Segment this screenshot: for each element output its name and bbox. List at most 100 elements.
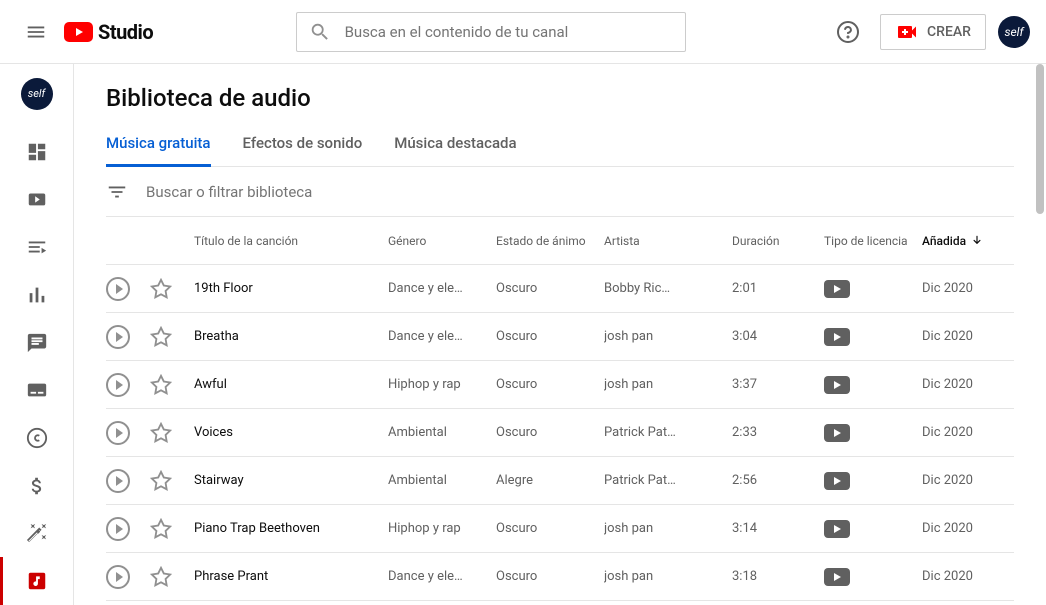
column-artist[interactable]: Artista [604,234,732,248]
create-button[interactable]: CREAR [880,14,986,50]
play-button[interactable] [106,565,130,589]
track-mood: Oscuro [496,329,604,344]
play-icon [116,428,123,438]
star-icon[interactable] [150,278,172,300]
star-icon[interactable] [150,374,172,396]
search-input[interactable] [345,23,673,41]
sidebar-item-playlists[interactable] [0,223,74,271]
audio-library-icon [26,570,48,592]
scrollbar[interactable] [1036,64,1044,214]
column-genre[interactable]: Género [388,234,496,248]
track-artist: Patrick Pat… [604,425,732,440]
star-icon[interactable] [150,566,172,588]
content-icon [26,188,48,210]
track-genre: Ambiental [388,425,496,440]
track-license [824,280,922,298]
track-added: Dic 2020 [922,569,1006,584]
play-button[interactable] [106,277,130,301]
play-icon [116,572,123,582]
sidebar-item-analytics[interactable] [0,271,74,319]
track-title: 19th Floor [194,281,388,296]
sidebar-item-customization[interactable] [0,510,74,558]
channel-avatar[interactable]: self [21,78,53,110]
track-mood: Oscuro [496,281,604,296]
search-box[interactable] [296,12,686,52]
track-license [824,520,922,538]
sidebar-item-subtitles[interactable] [0,366,74,414]
help-button[interactable] [828,12,868,52]
track-added: Dic 2020 [922,425,1006,440]
column-added[interactable]: Añadida [922,234,1006,248]
sidebar-item-monetization[interactable] [0,462,74,510]
column-license[interactable]: Tipo de licencia [824,234,922,248]
track-title: Piano Trap Beethoven [194,521,388,536]
track-mood: Oscuro [496,377,604,392]
track-duration: 2:56 [732,473,824,488]
play-button[interactable] [106,517,130,541]
track-license [824,424,922,442]
track-duration: 3:14 [732,521,824,536]
search-wrap [153,12,828,52]
tabs: Música gratuita Efectos de sonido Música d… [106,134,1014,167]
track-artist: josh pan [604,521,732,536]
track-mood: Oscuro [496,521,604,536]
youtube-license-icon [824,568,850,586]
youtube-license-icon [824,376,850,394]
track-added: Dic 2020 [922,473,1006,488]
youtube-license-icon [824,424,850,442]
comments-icon [26,332,48,354]
sidebar-item-audio-library[interactable] [0,557,74,605]
track-duration: 2:01 [732,281,824,296]
tab-1[interactable]: Efectos de sonido [243,134,363,166]
play-button[interactable] [106,469,130,493]
star-icon[interactable] [150,518,172,540]
create-icon [895,20,919,44]
track-title: Awful [194,377,388,392]
dollar-icon [26,475,48,497]
studio-logo[interactable]: Studio [64,20,153,44]
filter-icon[interactable] [106,181,128,203]
star-icon[interactable] [150,422,172,444]
sidebar-item-comments[interactable] [0,319,74,367]
filter-row [106,167,1014,217]
track-duration: 2:33 [732,425,824,440]
track-license [824,376,922,394]
column-duration[interactable]: Duración [732,234,824,248]
track-added: Dic 2020 [922,521,1006,536]
youtube-license-icon [824,472,850,490]
sidebar: self [0,64,74,605]
play-button[interactable] [106,421,130,445]
track-artist: josh pan [604,377,732,392]
track-added: Dic 2020 [922,281,1006,296]
table-row: Piano Trap BeethovenHiphop y rapOscurojo… [106,505,1014,553]
track-license [824,472,922,490]
sidebar-item-copyright[interactable] [0,414,74,462]
track-added: Dic 2020 [922,377,1006,392]
star-icon[interactable] [150,470,172,492]
create-label: CREAR [927,24,971,40]
sidebar-item-dashboard[interactable] [0,128,74,176]
avatar[interactable]: self [998,16,1030,48]
column-title[interactable]: Título de la canción [194,234,388,248]
track-title: Stairway [194,473,388,488]
play-button[interactable] [106,325,130,349]
play-button[interactable] [106,373,130,397]
track-artist: Bobby Ric… [604,281,732,296]
sidebar-item-content[interactable] [0,176,74,224]
main-content: Biblioteca de audio Música gratuitaEfect… [74,64,1046,605]
header-actions: CREAR self [828,12,1030,52]
playlist-icon [26,236,48,258]
hamburger-icon [25,21,47,43]
table-header: Título de la canción Género Estado de án… [106,217,1014,265]
tab-0[interactable]: Música gratuita [106,134,211,166]
track-mood: Oscuro [496,569,604,584]
filter-input[interactable] [146,183,1014,201]
column-mood[interactable]: Estado de ánimo [496,234,604,248]
track-artist: josh pan [604,329,732,344]
menu-button[interactable] [16,12,56,52]
table-row: StairwayAmbientalAlegrePatrick Pat…2:56D… [106,457,1014,505]
table-row: Phrase PrantDance y ele…Oscurojosh pan3:… [106,553,1014,601]
star-icon[interactable] [150,326,172,348]
tab-2[interactable]: Música destacada [394,134,516,166]
track-mood: Oscuro [496,425,604,440]
